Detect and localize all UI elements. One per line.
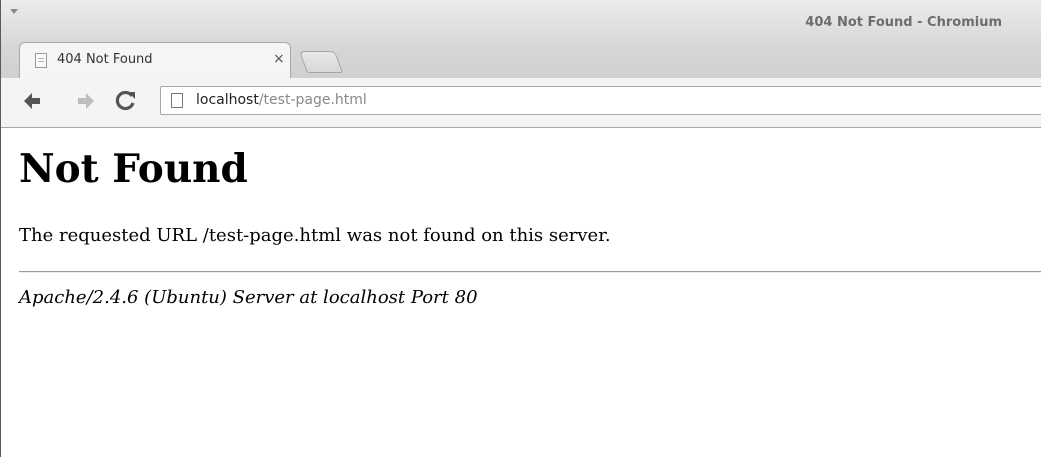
toolbar: localhost/test-page.html bbox=[1, 78, 1041, 128]
error-message: The requested URL /test-page.html was no… bbox=[19, 225, 611, 246]
window-title: 404 Not Found - Chromium bbox=[805, 15, 1002, 30]
reload-icon[interactable] bbox=[115, 90, 137, 112]
page-heading: Not Found bbox=[19, 146, 248, 192]
url-path: /test-page.html bbox=[258, 92, 367, 108]
tab-title: 404 Not Found bbox=[57, 52, 153, 67]
page-content: Not Found The requested URL /test-page.h… bbox=[19, 142, 1041, 308]
url-text[interactable]: localhost/test-page.html bbox=[196, 92, 367, 108]
tab-404-not-found[interactable]: 404 Not Found × bbox=[15, 42, 299, 78]
server-signature: Apache/2.4.6 (Ubuntu) Server at localhos… bbox=[19, 287, 478, 308]
back-arrow-icon[interactable] bbox=[21, 90, 43, 112]
new-tab-button[interactable] bbox=[298, 51, 344, 73]
page-icon bbox=[171, 93, 183, 108]
url-host: localhost bbox=[196, 92, 259, 108]
title-bar: 404 Not Found - Chromium 404 Not Found × bbox=[1, 0, 1041, 82]
page-favicon-icon bbox=[35, 53, 47, 68]
address-bar[interactable]: localhost/test-page.html bbox=[160, 86, 1041, 115]
forward-arrow-icon[interactable] bbox=[75, 90, 97, 112]
divider bbox=[19, 271, 1041, 273]
browser-window: 404 Not Found - Chromium 404 Not Found ×… bbox=[0, 0, 1041, 457]
window-menu-icon[interactable] bbox=[10, 9, 18, 14]
close-tab-icon[interactable]: × bbox=[273, 51, 285, 67]
